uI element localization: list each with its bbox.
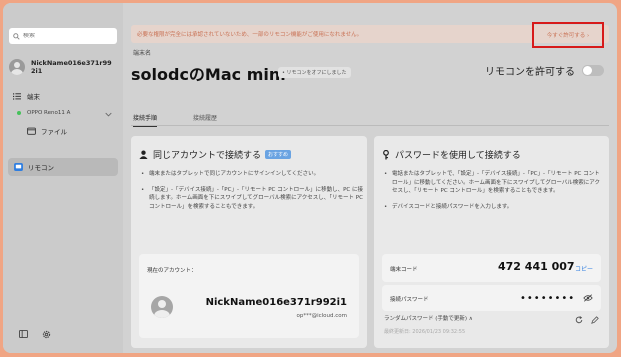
allow-remote-toggle[interactable] bbox=[582, 65, 604, 76]
tab-connection-history[interactable]: 接続履歴 bbox=[193, 113, 217, 122]
instruction-list: 電話またはタブレットで、「設定」-「デバイス接続」-「PC」-「リモート PC … bbox=[384, 170, 604, 218]
current-account-label: 現在のアカウント： bbox=[147, 268, 197, 274]
password-row: 接続パスワード •••••••• bbox=[382, 285, 601, 311]
list-item: デバイスコードと接続パスワードを入力します。 bbox=[384, 203, 604, 212]
allow-now-button[interactable]: 今すぐ許可する › bbox=[532, 22, 604, 48]
card-title: パスワードを使用して接続する bbox=[382, 148, 521, 161]
eye-off-icon[interactable] bbox=[583, 294, 593, 302]
sidebar-item-label: 端末 bbox=[27, 93, 40, 101]
password-value: •••••••• bbox=[520, 293, 576, 304]
avatar bbox=[9, 59, 25, 75]
search-icon bbox=[13, 32, 20, 40]
list-item: 電話またはタブレットで、「設定」-「デバイス接続」-「PC」-「リモート PC … bbox=[384, 170, 604, 196]
account-nickname: NickName016e371r992i1 bbox=[205, 297, 347, 308]
current-account-box: 現在のアカウント： NickName016e371r992i1 op***@ic… bbox=[139, 254, 359, 338]
edit-icon[interactable] bbox=[591, 316, 599, 324]
password-label: 接続パスワード bbox=[390, 297, 429, 303]
app-window: NickName016e371r992i1 端末 OPPO Reno11 A フ… bbox=[3, 3, 617, 353]
list-item: 端末またはタブレットで同じアカウントにサインインしてください。 bbox=[141, 170, 363, 179]
allow-remote-label: リモコンを許可する bbox=[485, 67, 575, 78]
permission-warning-text: 必要な権限が完全には承認されていないため、一部のリモコン機能がご使用になれません… bbox=[137, 32, 363, 38]
account-name: NickName016e371r992i1 bbox=[31, 59, 112, 75]
sidebar-footer bbox=[19, 330, 51, 339]
instruction-list: 端末またはタブレットで同じアカウントにサインインしてください。 「設定」-「デバ… bbox=[141, 170, 363, 218]
remote-status-badge: • リモコンをオフにしました bbox=[278, 67, 351, 78]
same-account-card: 同じアカウントで接続する おすすめ 端末またはタブレットで同じアカウントにサイン… bbox=[131, 136, 367, 348]
device-title: solodcのMac mini bbox=[131, 65, 286, 84]
sidebar-item-files[interactable]: ファイル bbox=[27, 126, 67, 136]
refresh-icon[interactable] bbox=[575, 316, 583, 324]
device-code-label: 端末コード bbox=[390, 267, 418, 273]
device-name-label: 端末名 bbox=[133, 50, 152, 57]
random-password-toggle[interactable]: ランダムパスワード (手動で更新) ∧ bbox=[384, 314, 473, 322]
main-panel: 必要な権限が完全には承認されていないため、一部のリモコン機能がご使用になれません… bbox=[123, 3, 617, 353]
sidebar-item-label: リモコン bbox=[28, 164, 54, 172]
key-icon bbox=[383, 149, 389, 159]
gear-icon[interactable] bbox=[42, 330, 51, 339]
device-code-row: 端末コード 472 441 007 コピー bbox=[382, 254, 601, 282]
folder-icon bbox=[27, 127, 36, 135]
user-icon bbox=[139, 150, 148, 159]
device-code-value: 472 441 007 bbox=[498, 260, 575, 273]
list-item: 「設定」-「デバイス接続」-「PC」-「リモート PC コントロール」に移動し、… bbox=[141, 186, 363, 212]
search-box[interactable] bbox=[9, 28, 117, 44]
sidebar: NickName016e371r992i1 端末 OPPO Reno11 A フ… bbox=[3, 3, 123, 353]
search-input[interactable] bbox=[23, 33, 103, 39]
recommended-badge: おすすめ bbox=[265, 150, 292, 159]
remote-app-icon bbox=[14, 163, 23, 171]
connected-status-icon bbox=[17, 111, 21, 115]
sidebar-item-remote[interactable]: リモコン bbox=[8, 158, 118, 176]
tab-divider bbox=[131, 125, 609, 126]
list-icon bbox=[13, 92, 21, 100]
last-updated-text: 最終更新日: 2026/01/23 09:32:55 bbox=[384, 329, 466, 335]
sidebar-item-label: ファイル bbox=[41, 128, 67, 136]
card-title: 同じアカウントで接続する おすすめ bbox=[139, 148, 292, 161]
sidebar-item-phone[interactable]: OPPO Reno11 A bbox=[17, 110, 117, 117]
sidebar-toggle-icon[interactable] bbox=[19, 330, 28, 338]
chevron-down-icon[interactable] bbox=[105, 112, 112, 117]
sidebar-item-label: OPPO Reno11 A bbox=[27, 110, 71, 116]
avatar bbox=[151, 296, 173, 318]
account-header[interactable]: NickName016e371r992i1 bbox=[9, 59, 116, 75]
account-email: op***@icloud.com bbox=[296, 313, 347, 319]
sidebar-item-devices[interactable]: 端末 bbox=[13, 91, 40, 101]
copy-code-button[interactable]: コピー bbox=[575, 264, 593, 273]
password-connect-card: パスワードを使用して接続する 電話またはタブレットで、「設定」-「デバイス接続」… bbox=[374, 136, 609, 348]
